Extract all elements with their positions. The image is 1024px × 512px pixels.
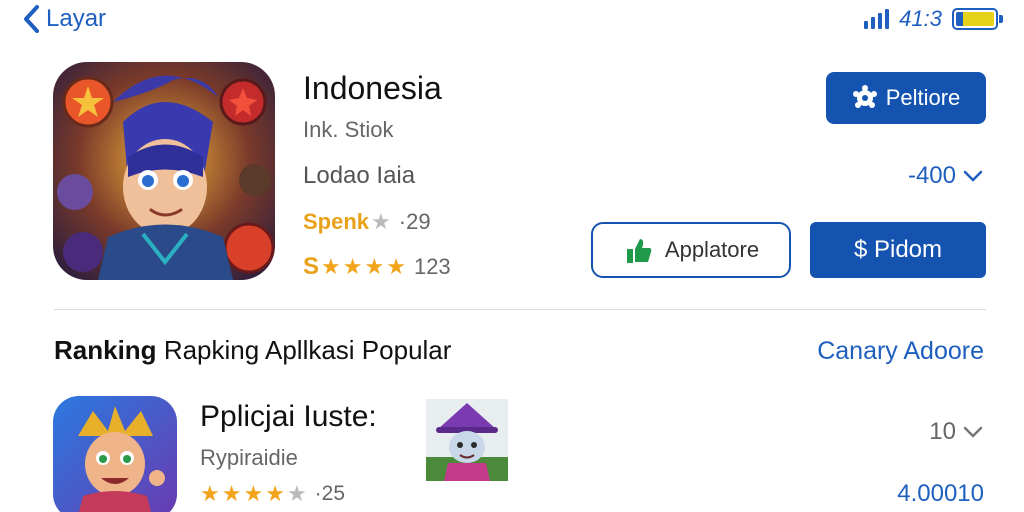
list-item-title: Pplicjai Iuste: xyxy=(200,400,377,433)
divider xyxy=(54,309,986,310)
section-title-bold: Ranking xyxy=(54,335,157,365)
app-category: Lodao Iaia xyxy=(303,162,416,189)
bottom-primary-label: $ Pidom xyxy=(853,236,943,263)
signal-icon xyxy=(864,9,890,29)
star-icon: ★ xyxy=(221,481,242,506)
section-see-all-link[interactable]: Canary Adoore xyxy=(817,337,984,366)
list-item-dropdown-value: 10 xyxy=(929,418,956,445)
game-hero-icon xyxy=(53,62,275,280)
list-item-dropdown[interactable]: 10 xyxy=(929,418,984,446)
price-value: -400 xyxy=(907,162,956,189)
top-primary-button[interactable]: Peltiore xyxy=(826,72,986,124)
chevron-left-icon xyxy=(24,5,39,33)
star-icon: ★ xyxy=(286,481,307,506)
top-primary-label: Peltiore xyxy=(885,85,961,110)
back-label: Layar xyxy=(46,5,107,32)
star-icon: ★ xyxy=(200,481,220,506)
gear-icon xyxy=(852,85,877,108)
list-item-rating-count: ·25 xyxy=(314,482,346,505)
star-icon: ★ xyxy=(371,209,391,234)
list-item-subtitle: Rypiraidie xyxy=(200,445,298,470)
list-item-rating: ★ ★ ★ ★ ★ ·25 xyxy=(200,482,345,506)
list-item-icon[interactable] xyxy=(53,396,177,512)
rating-count: 123 xyxy=(413,254,451,279)
star-icon: ★ xyxy=(364,254,385,279)
price-dropdown[interactable]: -400 xyxy=(908,162,984,190)
app-icon[interactable] xyxy=(53,62,275,280)
chevron-down-icon xyxy=(963,170,983,182)
star-icon: ★ xyxy=(265,481,285,506)
star-icon: S xyxy=(303,253,320,280)
app-title: Indonesia xyxy=(303,70,442,106)
outline-label: Applatore xyxy=(664,237,760,262)
back-button[interactable]: Layar xyxy=(22,4,106,34)
section-title-rest: Rapking Apllkasi Popular xyxy=(163,335,452,365)
star-icon: ★ xyxy=(243,481,264,506)
list-item-value: 4.00010 xyxy=(897,480,984,507)
bottom-primary-button[interactable]: $ Pidom xyxy=(810,222,986,278)
rating-row-stars: S ★ ★ ★ ★ 123 xyxy=(303,254,451,280)
star-icon: ★ xyxy=(321,254,341,279)
wizard-character-thumb xyxy=(426,399,508,481)
rating-count: ·29 xyxy=(398,209,431,234)
list-item-thumbnail[interactable] xyxy=(426,399,508,481)
rating-label: Spenk xyxy=(303,209,370,234)
star-icon: ★ xyxy=(386,254,406,279)
outline-button[interactable]: Applatore xyxy=(591,222,791,278)
battery-icon xyxy=(952,8,1003,30)
app-developer[interactable]: Ink. Stiok xyxy=(303,117,393,143)
jester-character-icon xyxy=(53,396,177,512)
star-icon: ★ xyxy=(342,254,363,279)
thumbs-up-icon xyxy=(626,239,652,263)
chevron-down-icon xyxy=(963,426,983,438)
section-title: Ranking Rapking Apllkasi Popular xyxy=(54,335,451,366)
status-bar: Layar 41:3 xyxy=(0,0,1024,40)
rating-row-primary: Spenk ★ ·29 xyxy=(303,209,431,235)
clock: 41:3 xyxy=(899,6,942,31)
